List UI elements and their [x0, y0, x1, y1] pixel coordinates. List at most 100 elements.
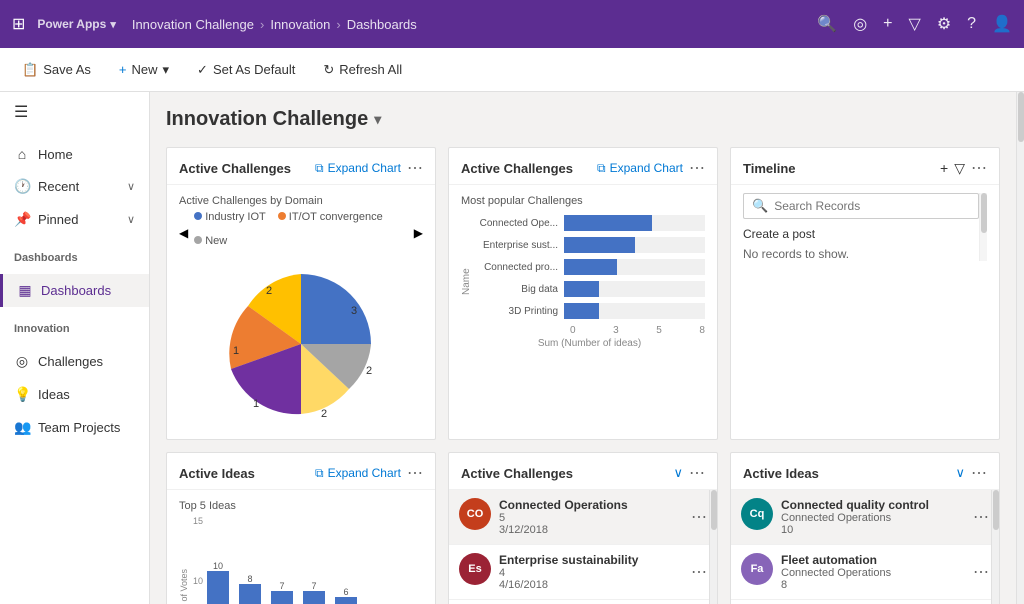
app-name-chevron[interactable]: ▾ [110, 18, 116, 31]
idea-item-2-more-icon[interactable]: ⋯ [973, 562, 989, 582]
main-scrollbar[interactable] [1016, 92, 1024, 604]
idea-list-item-2[interactable]: Fa Fleet automation Connected Operations… [731, 545, 999, 600]
help-icon[interactable]: ? [967, 15, 976, 33]
pie-card-title: Active Challenges [179, 161, 309, 176]
page-title: Innovation Challenge ▾ [166, 108, 1000, 131]
page-title-chevron[interactable]: ▾ [374, 111, 381, 128]
challenge-list-item-1[interactable]: CO Connected Operations 5 3/12/2018 ⋯ [449, 490, 717, 545]
vbar-fill-1 [207, 571, 229, 604]
bar-track-1: 5 [564, 215, 705, 231]
challenge-item-1-text: Connected Operations 5 3/12/2018 [499, 498, 683, 536]
challenges-list-more-icon[interactable]: ⋯ [689, 463, 705, 483]
challenge-list-item-2[interactable]: Es Enterprise sustainability 4 4/16/2018… [449, 545, 717, 600]
search-icon[interactable]: 🔍 [817, 14, 837, 34]
timeline-more-icon[interactable]: ⋯ [971, 158, 987, 178]
pie-expand-button[interactable]: ⧉ Expand Chart [315, 161, 401, 176]
avatar-es: Es [459, 553, 491, 585]
sidebar-item-recent[interactable]: 🕐 Recent ∨ [0, 170, 149, 203]
ideas-expand-button[interactable]: ⧉ Expand Chart [315, 466, 401, 481]
ideas-list-more-icon[interactable]: ⋯ [971, 463, 987, 483]
ytick-15: 15 [193, 516, 203, 526]
bar-more-icon[interactable]: ⋯ [689, 158, 705, 178]
timeline-card: Timeline + ▽ ⋯ 🔍 Create a post No re [730, 147, 1000, 440]
challenges-list-header: Active Challenges ∨ ⋯ [449, 453, 717, 490]
refresh-label: Refresh All [339, 62, 402, 77]
timeline-card-header: Timeline + ▽ ⋯ [731, 148, 999, 185]
breadcrumb-item-3[interactable]: Dashboards [347, 17, 417, 32]
ideas-scrollbar[interactable] [991, 490, 999, 604]
timeline-search-box[interactable]: 🔍 [743, 193, 979, 219]
ideas-subtitle: Top 5 Ideas [179, 500, 423, 512]
timeline-scrollbar[interactable] [979, 193, 987, 261]
ideas-more-icon[interactable]: ⋯ [407, 463, 423, 483]
breadcrumb-item-2[interactable]: Innovation [270, 17, 330, 32]
set-default-label: Set As Default [213, 62, 295, 77]
challenges-list-chevron-icon[interactable]: ∨ [673, 465, 683, 481]
filter-icon[interactable]: ▽ [909, 14, 921, 34]
sidebar-innovation-section: ◎ Challenges 💡 Ideas 👥 Team Projects [0, 339, 149, 450]
sidebar-item-ideas[interactable]: 💡 Ideas [0, 378, 149, 411]
bar-card-title: Active Challenges [461, 161, 591, 176]
new-chevron-icon[interactable]: ▾ [163, 62, 170, 78]
sidebar-item-pinned[interactable]: 📌 Pinned ∨ [0, 203, 149, 236]
save-as-button[interactable]: 📋 Save As [16, 58, 97, 82]
ideas-bar-body: Top 5 Ideas Number of Votes 15 10 10 [167, 490, 435, 604]
sidebar-item-dashboards[interactable]: ▦ Dashboards [0, 274, 149, 307]
legend-it-ot: IT/OT convergence [278, 211, 383, 223]
save-as-label: Save As [43, 62, 91, 77]
bar-chart: Connected Ope... 5 Enterprise sust... [474, 215, 705, 349]
team-projects-icon: 👥 [14, 419, 30, 436]
active-challenges-list-card: Active Challenges ∨ ⋯ CO Connected Opera… [448, 452, 718, 604]
refresh-icon: ↻ [323, 62, 334, 78]
timeline-filter-icon[interactable]: ▽ [954, 160, 965, 177]
active-challenges-pie-card: Active Challenges ⧉ Expand Chart ⋯ Activ… [166, 147, 436, 440]
pie-legend: Industry IOT IT/OT convergence New [194, 211, 408, 247]
timeline-scrollbar-thumb [981, 193, 987, 233]
nav-right-icons: 🔍 ◎ + ▽ ⚙ ? 👤 [817, 14, 1012, 34]
pie-legend-prev-icon[interactable]: ◀ [179, 226, 188, 240]
sidebar-hamburger[interactable]: ☰ [0, 92, 149, 132]
add-icon[interactable]: + [883, 15, 892, 33]
vbar-area: Number of Votes 15 10 10 [179, 516, 423, 604]
bar-expand-button[interactable]: ⧉ Expand Chart [597, 161, 683, 176]
sidebar-item-team-projects[interactable]: 👥 Team Projects [0, 411, 149, 444]
sidebar-item-home[interactable]: ⌂ Home [0, 138, 149, 170]
bar-card-header: Active Challenges ⧉ Expand Chart ⋯ [449, 148, 717, 185]
grid-icon[interactable]: ⊞ [12, 14, 25, 34]
idea-item-2-sub2: 8 [781, 579, 965, 591]
set-default-button[interactable]: ✓ Set As Default [191, 58, 301, 82]
timeline-search-input[interactable] [774, 199, 970, 213]
sidebar-item-challenges[interactable]: ◎ Challenges [0, 345, 149, 378]
pinned-chevron-icon[interactable]: ∨ [127, 213, 135, 226]
vbar-2: 8 [239, 574, 261, 604]
create-post-link[interactable]: Create a post [743, 227, 979, 241]
pie-more-icon[interactable]: ⋯ [407, 158, 423, 178]
new-button[interactable]: + New ▾ [113, 58, 175, 82]
ideas-expand-label: Expand Chart [328, 466, 401, 480]
settings-icon[interactable]: ⚙ [937, 14, 951, 34]
challenge-item-2-more-icon[interactable]: ⋯ [691, 562, 707, 582]
challenge-item-2-sub2: 4/16/2018 [499, 579, 683, 591]
idea-list-item-1[interactable]: Cq Connected quality control Connected O… [731, 490, 999, 545]
pie-legend-next-icon[interactable]: ▶ [414, 226, 423, 240]
user-icon[interactable]: 👤 [992, 14, 1012, 34]
check-icon: ✓ [197, 62, 208, 78]
recent-chevron-icon[interactable]: ∨ [127, 180, 135, 193]
idea-item-1-sub2: 10 [781, 524, 965, 536]
refresh-button[interactable]: ↻ Refresh All [317, 58, 408, 82]
expand-chart-icon: ⧉ [315, 161, 324, 176]
timeline-add-icon[interactable]: + [940, 160, 948, 176]
breadcrumb-item-1[interactable]: Innovation Challenge [132, 17, 254, 32]
avatar-co: CO [459, 498, 491, 530]
idea-item-1-more-icon[interactable]: ⋯ [973, 507, 989, 527]
ideas-list-chevron-icon[interactable]: ∨ [955, 465, 965, 481]
challenges-scrollbar[interactable] [709, 490, 717, 604]
challenge-item-1-more-icon[interactable]: ⋯ [691, 507, 707, 527]
target-icon[interactable]: ◎ [853, 14, 867, 34]
home-label: Home [38, 147, 73, 162]
ytick-10: 10 [193, 576, 203, 586]
vbar-fill-5 [335, 597, 357, 604]
bar-track-3: 3 [564, 259, 705, 275]
avatar-cq: Cq [741, 498, 773, 530]
bar-chart-area: Name Connected Ope... 5 Enterprise sust [461, 215, 705, 349]
